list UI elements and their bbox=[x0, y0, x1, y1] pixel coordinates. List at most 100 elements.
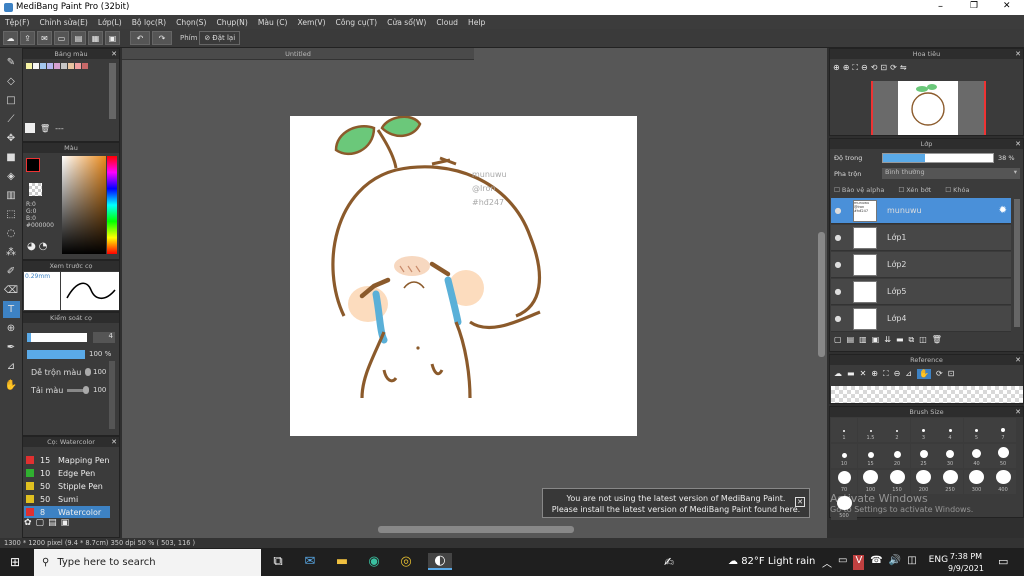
comment-icon[interactable]: ✉ bbox=[37, 31, 52, 45]
medibang-icon[interactable]: ◐ bbox=[428, 553, 452, 570]
reference-cloud-icon[interactable]: ☁ bbox=[834, 369, 842, 379]
language-indicator[interactable]: ENG bbox=[929, 555, 948, 570]
menu-color[interactable]: Màu (C) bbox=[253, 18, 293, 27]
brush-size-cell[interactable]: 250 bbox=[937, 470, 963, 494]
close-notification-icon[interactable]: ✕ bbox=[795, 497, 805, 507]
delete-layer-icon[interactable]: 🗑 bbox=[932, 335, 942, 345]
task-view-icon[interactable]: ⧉ bbox=[268, 554, 288, 569]
palette-icon[interactable]: ◕ bbox=[27, 241, 36, 252]
reference-eyedropper-icon[interactable]: ⊿ bbox=[905, 369, 912, 379]
brush-settings-icon[interactable]: ✿ bbox=[24, 518, 32, 528]
layer-opacity-slider[interactable] bbox=[882, 153, 994, 163]
pen-tool-icon[interactable]: ✎ bbox=[3, 54, 20, 71]
visibility-icon[interactable]: ● bbox=[831, 206, 845, 215]
frame-icon[interactable]: ▣ bbox=[105, 31, 120, 45]
brush-size-cell[interactable]: 2 bbox=[884, 418, 910, 442]
brush-width-field[interactable]: 4 bbox=[93, 332, 115, 343]
brush-size-cell[interactable]: 70 bbox=[831, 470, 857, 494]
palette-scrollbar[interactable] bbox=[109, 63, 116, 119]
actual-size-icon[interactable]: ⊡ bbox=[880, 63, 887, 73]
layer-row[interactable]: ● Lớp5 bbox=[831, 279, 1011, 305]
new-brush-icon[interactable]: ▢ bbox=[36, 518, 45, 528]
visibility-icon[interactable]: ● bbox=[831, 233, 845, 242]
brush-list-item[interactable]: 50 Sumi bbox=[24, 493, 110, 505]
lasso-tool-icon[interactable]: ◌ bbox=[3, 225, 20, 242]
layer-settings-icon[interactable]: ✹ bbox=[999, 205, 1007, 216]
new-palette-icon[interactable] bbox=[25, 123, 35, 133]
select-tool-icon[interactable]: ⬚ bbox=[3, 206, 20, 223]
rotate-left-icon[interactable]: ⟲ bbox=[871, 63, 878, 73]
add-layer-menu-icon[interactable]: ▣ bbox=[872, 335, 880, 345]
vertical-scrollbar[interactable] bbox=[818, 232, 825, 357]
notifications-icon[interactable]: ▭ bbox=[998, 555, 1008, 568]
tray-app-icon[interactable]: ▭ bbox=[838, 555, 847, 570]
brush-size-cell[interactable]: 10 bbox=[831, 444, 857, 468]
eraser-tool-icon[interactable]: ◇ bbox=[3, 73, 20, 90]
reference-actual-icon[interactable]: ⊡ bbox=[948, 369, 955, 379]
cloud-icon[interactable]: ☁ bbox=[3, 31, 18, 45]
operation-tool-icon[interactable]: ⊕ bbox=[3, 320, 20, 337]
new-layer-1bit-icon[interactable]: ▥ bbox=[859, 335, 867, 345]
brush-size-cell[interactable]: 200 bbox=[910, 470, 937, 494]
menu-layer[interactable]: Lớp(L) bbox=[93, 18, 127, 27]
brush-list-item[interactable]: 50 Stipple Pen bbox=[24, 480, 110, 492]
eyedropper-tool-icon[interactable]: ⊿ bbox=[3, 358, 20, 375]
layer-row[interactable]: ● munuwu @Iron #hđ247 munuwu ✹ bbox=[831, 198, 1011, 224]
reference-fit-icon[interactable]: ⛶ bbox=[883, 369, 889, 379]
brush-menu-icon[interactable]: ▤ bbox=[48, 518, 57, 528]
brush-list-item[interactable]: 8 Watercolor bbox=[24, 506, 110, 518]
network-icon[interactable]: ◫ bbox=[907, 555, 916, 570]
brush-size-cell[interactable]: 20 bbox=[884, 444, 910, 468]
brush-size-cell[interactable]: 150 bbox=[884, 470, 910, 494]
menu-snap[interactable]: Chụp(N) bbox=[211, 18, 252, 27]
close-icon[interactable]: ✕ bbox=[111, 49, 117, 59]
brush-size-cell[interactable]: 7 bbox=[990, 418, 1016, 442]
gradient-tool-icon[interactable]: ▥ bbox=[3, 187, 20, 204]
divide-tool-icon[interactable]: ✒ bbox=[3, 339, 20, 356]
palette-swatch[interactable] bbox=[82, 63, 88, 69]
reference-canvas[interactable] bbox=[831, 386, 1023, 403]
layer-row[interactable]: ● Lớp4 bbox=[831, 306, 1011, 332]
brush-size-cell[interactable]: 1 bbox=[831, 418, 857, 442]
brush-size-cell[interactable]: 30 bbox=[937, 444, 963, 468]
color-picker-icon[interactable]: ◔ bbox=[39, 241, 48, 252]
brush-opacity-slider[interactable] bbox=[27, 350, 85, 359]
undo-icon[interactable]: ↶ bbox=[130, 31, 150, 45]
brush-size-cell[interactable]: 4 bbox=[937, 418, 963, 442]
blend-knob[interactable] bbox=[85, 368, 91, 376]
folder-icon[interactable]: ▬ bbox=[896, 335, 904, 345]
drawing-canvas[interactable]: munuwu @Iron #hđ247 bbox=[290, 115, 637, 436]
windows-start-icon[interactable]: ⊞ bbox=[10, 555, 20, 569]
layer-row[interactable]: ● Lớp2 bbox=[831, 252, 1011, 278]
visibility-icon[interactable]: ● bbox=[831, 287, 845, 296]
palette-swatch[interactable] bbox=[33, 63, 39, 69]
maximize-button[interactable]: ❐ bbox=[970, 1, 978, 11]
layout-icon[interactable]: ▤ bbox=[71, 31, 86, 45]
update-line-1[interactable]: You are not using the latest version of … bbox=[543, 493, 809, 504]
palette-swatch[interactable] bbox=[75, 63, 81, 69]
menu-help[interactable]: Help bbox=[463, 18, 490, 27]
menu-window[interactable]: Cửa sổ(W) bbox=[382, 18, 431, 27]
redo-icon[interactable]: ↷ bbox=[152, 31, 172, 45]
line-tool-icon[interactable]: ⟋ bbox=[3, 111, 20, 128]
layer-row[interactable]: ● Lớp1 bbox=[831, 225, 1011, 251]
update-line-2[interactable]: Please install the latest version of Med… bbox=[543, 504, 809, 515]
close-icon[interactable]: ✕ bbox=[111, 437, 117, 447]
zoom-in-icon[interactable]: ⊕ bbox=[833, 63, 840, 73]
palette-swatch[interactable] bbox=[26, 63, 32, 69]
transparent-swatch[interactable] bbox=[29, 183, 42, 196]
reference-zoom-in-icon[interactable]: ⊕ bbox=[871, 369, 878, 379]
tray-meet-icon[interactable]: ☎ bbox=[870, 555, 882, 570]
reference-close-icon[interactable]: ✕ bbox=[860, 369, 867, 379]
reference-rotate-icon[interactable]: ⟳ bbox=[936, 369, 943, 379]
move-tool-icon[interactable]: ✥ bbox=[3, 130, 20, 147]
reset-button[interactable]: ⊘ Đặt lại bbox=[199, 31, 241, 45]
brush-width-slider[interactable] bbox=[27, 333, 87, 342]
reload-knob[interactable] bbox=[83, 386, 89, 394]
zoom-out-icon[interactable]: ⊖ bbox=[861, 63, 868, 73]
reference-open-icon[interactable]: ▬ bbox=[847, 369, 855, 379]
rotate-right-icon[interactable]: ⟳ bbox=[890, 63, 897, 73]
volume-icon[interactable]: 🔊 bbox=[889, 555, 901, 570]
duplicate-layer-icon[interactable]: ⧉ bbox=[909, 335, 915, 345]
brush-size-cell[interactable]: 40 bbox=[963, 444, 990, 468]
